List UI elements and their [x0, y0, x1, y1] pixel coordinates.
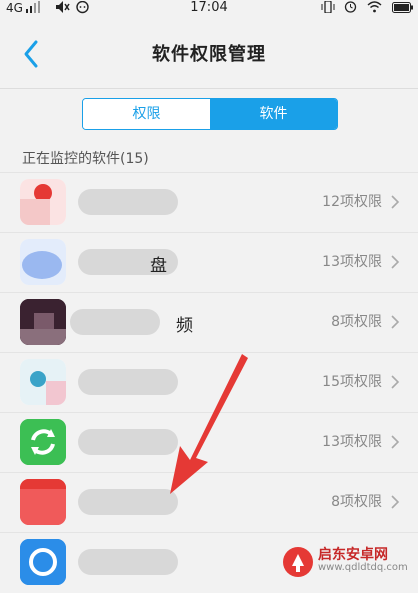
app-row[interactable]: 频 8项权限 [0, 292, 418, 352]
page-title: 软件权限管理 [152, 44, 266, 65]
permission-count: 8项权限 [331, 314, 382, 330]
app-name-obscured [78, 489, 178, 515]
wifi-icon [367, 1, 382, 16]
chevron-right-icon [391, 315, 400, 329]
segmented-control: 权限 软件 [82, 98, 338, 130]
tab-software[interactable]: 软件 [210, 99, 337, 129]
battery-icon [392, 2, 414, 16]
app-icon [20, 539, 66, 585]
app-row[interactable]: 13项权限 [0, 412, 418, 472]
status-icons-right [315, 0, 414, 16]
watermark-url: www.qdldtdq.com [318, 562, 408, 573]
app-name-obscured [78, 429, 178, 455]
watermark-logo-icon [283, 547, 313, 577]
app-name-fragment: 盘 [150, 256, 167, 276]
app-row[interactable]: 8项权限 [0, 472, 418, 532]
app-name-fragment: 频 [176, 316, 193, 336]
permission-count: 13项权限 [322, 434, 382, 450]
chevron-right-icon [391, 195, 400, 209]
permission-count: 12项权限 [322, 194, 382, 210]
app-name-obscured [78, 369, 178, 395]
app-icon [20, 359, 66, 405]
app-row[interactable]: 12项权限 [0, 172, 418, 232]
status-bar: 4G 17:04 [0, 0, 418, 18]
permission-count: 8项权限 [331, 494, 382, 510]
sync-app-icon [20, 419, 66, 465]
app-name-obscured [78, 549, 178, 575]
section-title: 正在监控的软件(15) [22, 151, 149, 167]
permission-count: 15项权限 [322, 374, 382, 390]
app-row[interactable]: 盘 13项权限 [0, 232, 418, 292]
navigation-bar: 软件权限管理 [0, 18, 418, 89]
app-row[interactable]: 15项权限 [0, 352, 418, 412]
app-icon [20, 179, 66, 225]
chevron-right-icon [391, 375, 400, 389]
app-icon [20, 239, 66, 285]
tab-permissions[interactable]: 权限 [83, 99, 210, 129]
chevron-right-icon [391, 495, 400, 509]
chevron-right-icon [391, 435, 400, 449]
app-name-obscured [70, 309, 160, 335]
app-name-obscured [78, 189, 178, 215]
app-list: 12项权限 盘 13项权限 频 8项权限 15项权限 13项权限 8项权限 [0, 172, 418, 593]
watermark-brand: 启东安卓网 [318, 547, 388, 563]
vibrate-icon [321, 0, 335, 16]
chevron-right-icon [391, 255, 400, 269]
permission-count: 13项权限 [322, 254, 382, 270]
app-icon [20, 479, 66, 525]
watermark: 启东安卓网 www.qdldtdq.com [282, 544, 412, 580]
alarm-icon [344, 0, 357, 16]
app-icon [20, 299, 66, 345]
